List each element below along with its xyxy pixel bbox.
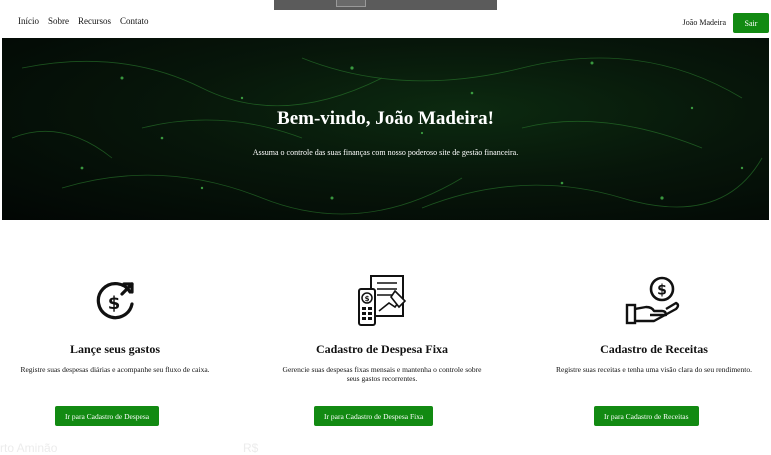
svg-text:$: $ [108,293,121,314]
expense-register-button[interactable]: Ir para Cadastro de Despesa [55,406,160,426]
feature-card-fixed-expenses: $ Cadastro de Despesa Fixa Gerencie suas… [267,272,497,426]
card-title: Cadastro de Despesa Fixa [315,342,449,356]
hero-title: Bem-vindo, João Madeira! [277,108,494,129]
nav-links: Início Sobre Recursos Contato [18,16,149,26]
logout-button[interactable]: Sair [733,13,769,33]
hero-subtitle: Assuma o controle das suas finanças com … [252,148,519,157]
card-title: Lançe seus gastos [69,342,160,356]
faded-background-currency: R$ [243,441,259,455]
user-name: João Madeira [682,18,726,27]
nav-link-recursos[interactable]: Recursos [78,16,111,26]
svg-text:$: $ [365,295,370,303]
card-description: Gerencie suas despesas fixas mensais e m… [282,365,482,383]
nav-link-inicio[interactable]: Início [18,16,39,26]
feature-card-income: $ Cadastro de Receitas Registre suas rec… [539,272,769,426]
navbar: Início Sobre Recursos Contato João Madei… [0,10,771,38]
faded-background-text: rto Aminão [0,441,58,455]
card-description: Registre suas receitas e tenha uma visão… [556,365,752,374]
dollar-refresh-icon: $ [0,272,230,330]
card-title: Cadastro de Receitas [600,342,708,356]
feature-card-expenses: $ Lançe seus gastos Registre suas despes… [0,272,230,426]
svg-text:$: $ [657,283,667,299]
card-description: Registre suas despesas diárias e acompan… [20,365,210,374]
overlay-tab [336,0,366,7]
invoice-calculator-icon: $ [267,272,497,330]
hero-banner: Bem-vindo, João Madeira! Assuma o contro… [2,38,769,220]
income-register-button[interactable]: Ir para Cadastro de Receitas [594,406,699,426]
nav-link-sobre[interactable]: Sobre [48,16,69,26]
nav-link-contato[interactable]: Contato [120,16,149,26]
browser-overlay-strip [274,0,497,10]
fixed-expense-register-button[interactable]: Ir para Cadastro de Despesa Fixa [314,406,434,426]
hand-coin-icon: $ [539,272,769,330]
